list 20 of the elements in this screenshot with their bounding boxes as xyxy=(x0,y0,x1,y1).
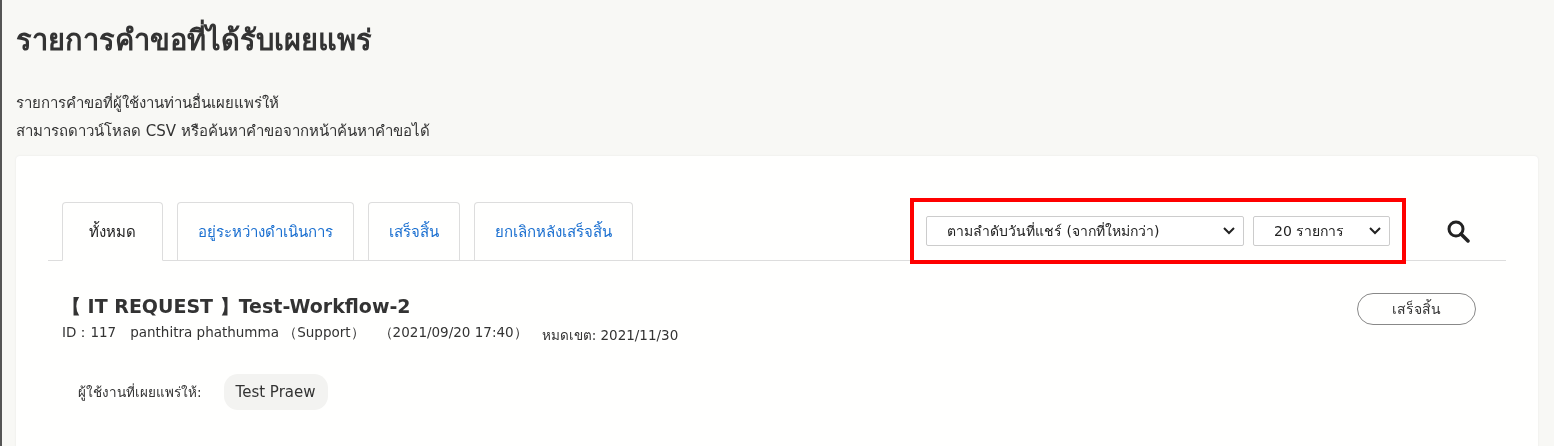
shared-with-label: ผู้ใช้งานที่เผยแพร่ให้: xyxy=(78,382,202,403)
description-text: รายการคำขอที่ผู้ใช้งานท่านอื่นเผยแพร่ให้ xyxy=(16,92,280,114)
status-button[interactable]: เสร็จสิ้น xyxy=(1357,293,1476,325)
tab[interactable]: อยู่ระหว่างดำเนินการ xyxy=(177,202,354,260)
tab[interactable]: เสร็จสิ้น xyxy=(368,202,460,260)
chevron-down-icon xyxy=(1369,227,1381,235)
request-id: ID：117 xyxy=(62,324,117,342)
search-icon[interactable] xyxy=(1446,219,1470,243)
sort-select[interactable]: ตามลำดับวันที่แชร์ (จากที่ใหม่กว่า) xyxy=(926,216,1244,246)
page-size-select[interactable]: 20 รายการ xyxy=(1253,216,1390,246)
chevron-down-icon xyxy=(1223,227,1235,235)
tab[interactable]: ยกเลิกหลังเสร็จสิ้น xyxy=(474,202,633,260)
description-text: สามารถดาวน์โหลด CSV หรือค้นหาคำขอจากหน้าค้นหาคำขอได้ xyxy=(16,121,431,142)
shared-date: （2021/09/20 17:40） xyxy=(378,324,528,342)
page-title: รายการคำขอที่ได้รับเผยแพร่ xyxy=(2,0,1554,62)
user-chip: Test Praew xyxy=(223,374,328,410)
tab[interactable]: ทั้งหมด xyxy=(62,202,163,261)
request-title[interactable]: 【 IT REQUEST 】Test-Workflow-2 xyxy=(62,293,679,319)
requester-name: panthitra phathumma （Support） xyxy=(130,324,365,342)
deadline-text: หมดเขต: 2021/11/30 xyxy=(541,326,679,345)
